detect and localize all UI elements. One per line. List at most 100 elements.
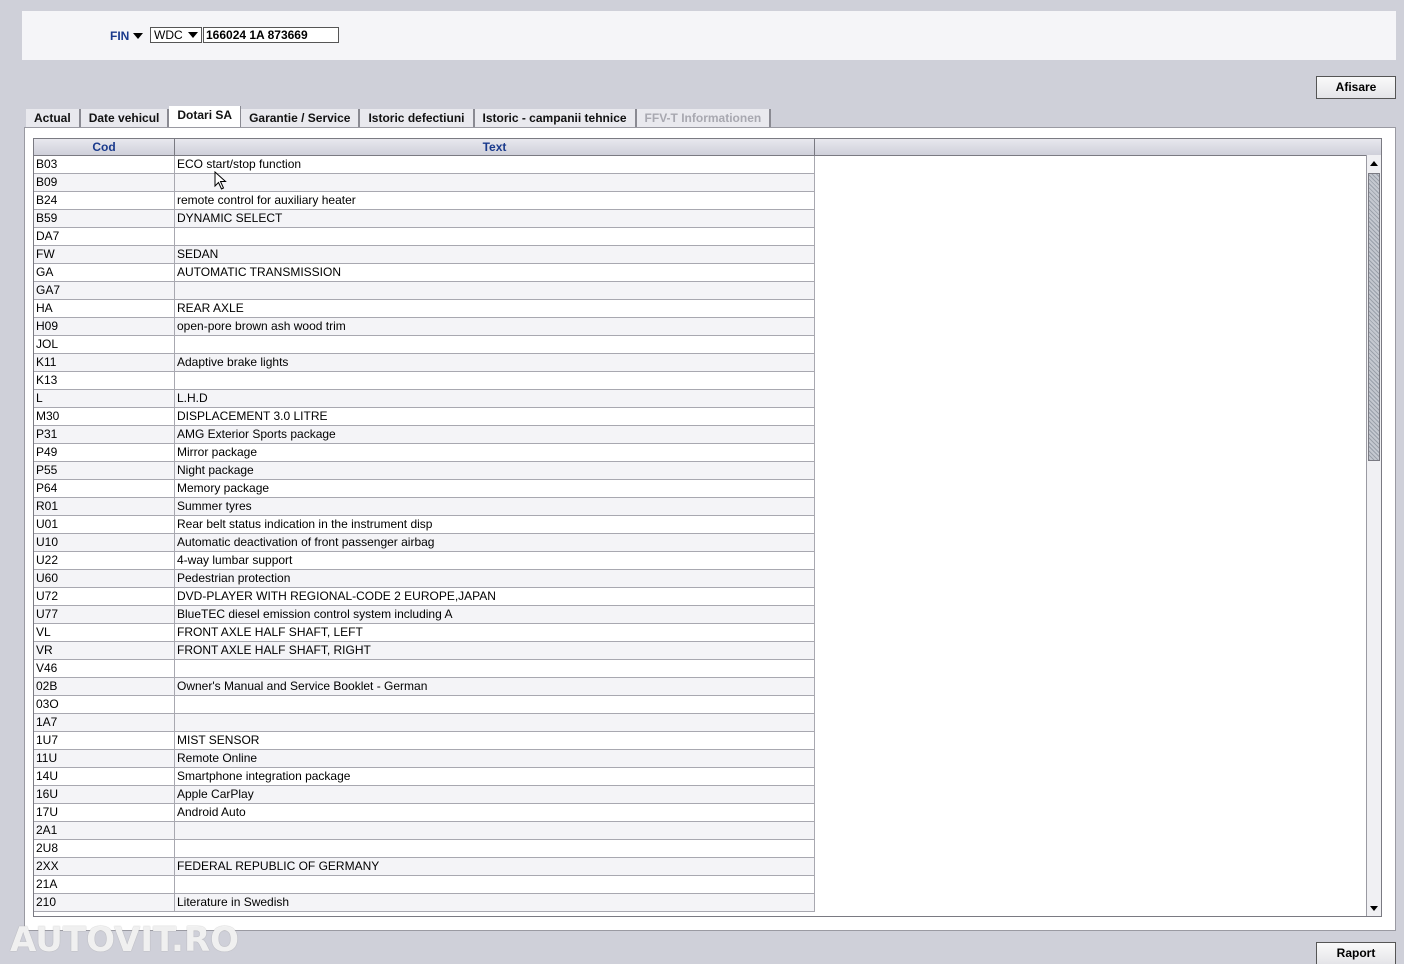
cell-cod: P31: [34, 426, 175, 443]
afisare-button[interactable]: Afisare: [1316, 76, 1396, 99]
cell-text: FRONT AXLE HALF SHAFT, RIGHT: [175, 642, 815, 659]
cell-cod: 1A7: [34, 714, 175, 731]
table-row[interactable]: DA7: [34, 228, 815, 246]
table-row[interactable]: P49 Mirror package: [34, 444, 815, 462]
table-row[interactable]: 03O: [34, 696, 815, 714]
table-row[interactable]: 2XX FEDERAL REPUBLIC OF GERMANY: [34, 858, 815, 876]
cell-cod: 2U8: [34, 840, 175, 857]
table-row[interactable]: B59 DYNAMIC SELECT: [34, 210, 815, 228]
scroll-up-button[interactable]: [1367, 155, 1381, 171]
table-row[interactable]: JOL: [34, 336, 815, 354]
cell-cod: M30: [34, 408, 175, 425]
cell-text: DVD-PLAYER WITH REGIONAL-CODE 2 EUROPE,J…: [175, 588, 815, 605]
table-row[interactable]: 16U Apple CarPlay: [34, 786, 815, 804]
table-row[interactable]: U72 DVD-PLAYER WITH REGIONAL-CODE 2 EUROP…: [34, 588, 815, 606]
table-row[interactable]: B03 ECO start/stop function: [34, 156, 815, 174]
table-row[interactable]: 2A1: [34, 822, 815, 840]
table-row[interactable]: 1A7: [34, 714, 815, 732]
cell-text: MIST SENSOR: [175, 732, 815, 749]
table-row[interactable]: 11U Remote Online: [34, 750, 815, 768]
arrow-up-icon: [1370, 160, 1378, 166]
wmi-select[interactable]: WDC: [150, 27, 202, 43]
cell-cod: GA7: [34, 282, 175, 299]
tab-date-vehicul[interactable]: Date vehicul: [80, 109, 170, 127]
table-row[interactable]: 2U8: [34, 840, 815, 858]
cell-cod: V46: [34, 660, 175, 677]
cell-cod: P64: [34, 480, 175, 497]
table-row[interactable]: VL FRONT AXLE HALF SHAFT, LEFT: [34, 624, 815, 642]
table-row[interactable]: U01 Rear belt status indication in the in…: [34, 516, 815, 534]
cell-cod: U01: [34, 516, 175, 533]
table-row[interactable]: K13: [34, 372, 815, 390]
cell-text: SEDAN: [175, 246, 815, 263]
table-row[interactable]: B09: [34, 174, 815, 192]
table-row[interactable]: 02B Owner's Manual and Service Booklet - …: [34, 678, 815, 696]
cell-text: Smartphone integration package: [175, 768, 815, 785]
cell-text: Literature in Swedish: [175, 894, 815, 911]
tab-istoric-defectiuni[interactable]: Istoric defectiuni: [360, 109, 475, 127]
cell-text: AUTOMATIC TRANSMISSION: [175, 264, 815, 281]
table-row[interactable]: U77 BlueTEC diesel emission control syste…: [34, 606, 815, 624]
table-row[interactable]: VR FRONT AXLE HALF SHAFT, RIGHT: [34, 642, 815, 660]
chevron-down-icon: [188, 32, 198, 38]
tab-istoric-campanii-tehnice[interactable]: Istoric - campanii tehnice: [474, 109, 637, 127]
table-row[interactable]: FW SEDAN: [34, 246, 815, 264]
table-row[interactable]: P31 AMG Exterior Sports package: [34, 426, 815, 444]
scroll-thumb[interactable]: [1368, 173, 1380, 461]
table-row[interactable]: P55 Night package: [34, 462, 815, 480]
table-row[interactable]: 17U Android Auto: [34, 804, 815, 822]
cell-cod: U60: [34, 570, 175, 587]
cell-text: Remote Online: [175, 750, 815, 767]
table-row[interactable]: GA7: [34, 282, 815, 300]
cell-text: [175, 822, 815, 839]
chevron-down-icon: [133, 33, 144, 39]
table-row[interactable]: K11 Adaptive brake lights: [34, 354, 815, 372]
watermark-logo: AUTOVIT.RO: [10, 920, 240, 960]
table-row[interactable]: 21A: [34, 876, 815, 894]
cell-cod: P55: [34, 462, 175, 479]
cell-text: Summer tyres: [175, 498, 815, 515]
column-header-cod[interactable]: Cod: [34, 139, 175, 155]
column-header-text[interactable]: Text: [175, 139, 815, 155]
table-scrollbar[interactable]: [1366, 155, 1381, 916]
wmi-value: WDC: [154, 28, 183, 42]
table-row[interactable]: U10 Automatic deactivation of front passe…: [34, 534, 815, 552]
table-row[interactable]: L L.H.D: [34, 390, 815, 408]
cell-cod: U72: [34, 588, 175, 605]
table-row[interactable]: 210 Literature in Swedish: [34, 894, 815, 912]
raport-button[interactable]: Raport: [1316, 942, 1396, 964]
cell-cod: DA7: [34, 228, 175, 245]
cell-cod: JOL: [34, 336, 175, 353]
vin-input[interactable]: 166024 1A 873669: [203, 27, 339, 43]
cell-text: [175, 840, 815, 857]
table-row[interactable]: U22 4-way lumbar support: [34, 552, 815, 570]
table-row[interactable]: B24 remote control for auxiliary heater: [34, 192, 815, 210]
table-row[interactable]: H09 open-pore brown ash wood trim: [34, 318, 815, 336]
tab-dotari-sa[interactable]: Dotari SA: [169, 106, 242, 127]
table-row[interactable]: R01 Summer tyres: [34, 498, 815, 516]
table-row[interactable]: V46: [34, 660, 815, 678]
cell-text: [175, 228, 815, 245]
cell-cod: 14U: [34, 768, 175, 785]
cell-cod: HA: [34, 300, 175, 317]
tab-garantie-service[interactable]: Garantie / Service: [241, 109, 361, 127]
table-row[interactable]: U60 Pedestrian protection: [34, 570, 815, 588]
cell-cod: U22: [34, 552, 175, 569]
table-row[interactable]: M30 DISPLACEMENT 3.0 LITRE: [34, 408, 815, 426]
cell-cod: 11U: [34, 750, 175, 767]
table-row[interactable]: P64 Memory package: [34, 480, 815, 498]
table-row[interactable]: GA AUTOMATIC TRANSMISSION: [34, 264, 815, 282]
cell-cod: VL: [34, 624, 175, 641]
fin-selector[interactable]: FIN: [110, 29, 144, 43]
table-row[interactable]: HA REAR AXLE: [34, 300, 815, 318]
cell-text: Owner's Manual and Service Booklet - Ger…: [175, 678, 815, 695]
cell-cod: B09: [34, 174, 175, 191]
cell-cod: 210: [34, 894, 175, 911]
table-row[interactable]: 14U Smartphone integration package: [34, 768, 815, 786]
tab-actual[interactable]: Actual: [26, 109, 81, 127]
column-header-filler: [815, 139, 1381, 155]
cell-cod: U10: [34, 534, 175, 551]
table-row[interactable]: 1U7 MIST SENSOR: [34, 732, 815, 750]
cell-cod: 2XX: [34, 858, 175, 875]
scroll-down-button[interactable]: [1367, 900, 1381, 916]
